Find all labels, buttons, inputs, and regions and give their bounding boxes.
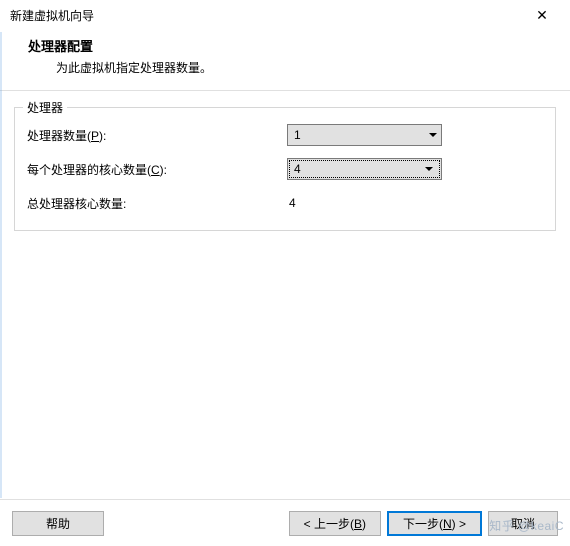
processor-count-dropdown[interactable]: 1 xyxy=(287,124,442,146)
cancel-button[interactable]: 取消 xyxy=(488,511,558,536)
group-legend: 处理器 xyxy=(23,99,67,116)
chevron-down-icon xyxy=(429,133,437,137)
header-subtitle: 为此虚拟机指定处理器数量。 xyxy=(28,59,570,76)
left-edge-accent xyxy=(0,32,2,498)
wizard-header: 处理器配置 为此虚拟机指定处理器数量。 xyxy=(0,30,570,90)
total-cores-value: 4 xyxy=(287,196,296,210)
total-cores-label: 总处理器核心数量: xyxy=(27,195,287,212)
next-button[interactable]: 下一步(N) > xyxy=(387,511,482,536)
chevron-down-icon xyxy=(425,167,433,171)
back-button[interactable]: < 上一步(B) xyxy=(289,511,381,536)
header-title: 处理器配置 xyxy=(28,36,570,55)
cores-per-processor-row: 每个处理器的核心数量(C): 4 xyxy=(27,158,543,180)
content-area: 处理器 处理器数量(P): 1 每个处理器的核心数量(C): 4 总处理器核心数… xyxy=(0,91,570,247)
window-title: 新建虚拟机向导 xyxy=(10,7,522,24)
help-button[interactable]: 帮助 xyxy=(12,511,104,536)
cores-per-processor-label: 每个处理器的核心数量(C): xyxy=(27,161,287,178)
processor-group: 处理器 处理器数量(P): 1 每个处理器的核心数量(C): 4 总处理器核心数… xyxy=(14,107,556,231)
processor-count-row: 处理器数量(P): 1 xyxy=(27,124,543,146)
cores-per-processor-value: 4 xyxy=(294,162,301,176)
cores-per-processor-dropdown[interactable]: 4 xyxy=(287,158,442,180)
titlebar: 新建虚拟机向导 ✕ xyxy=(0,0,570,30)
processor-count-value: 1 xyxy=(294,128,301,142)
processor-count-label: 处理器数量(P): xyxy=(27,127,287,144)
total-cores-row: 总处理器核心数量: 4 xyxy=(27,192,543,214)
footer-buttons: 帮助 < 上一步(B) 下一步(N) > 取消 xyxy=(0,511,570,536)
footer-divider xyxy=(0,499,570,500)
close-icon[interactable]: ✕ xyxy=(522,0,562,30)
